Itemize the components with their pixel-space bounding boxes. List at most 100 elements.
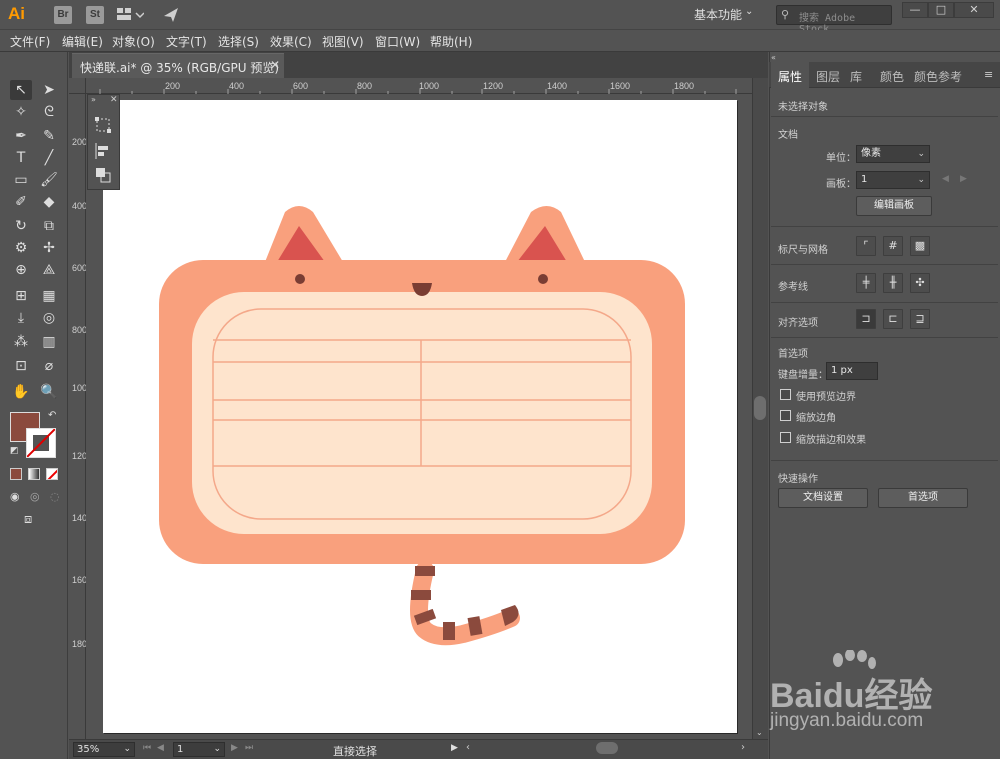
swap-fill-stroke-icon[interactable]: ↶ [48, 410, 56, 421]
zoom-field[interactable]: 35% ⌄ [73, 742, 135, 757]
eraser-tool-icon[interactable]: ◆ [38, 192, 60, 212]
stock-search-input[interactable]: ⚲ 搜索 Adobe Stock [776, 5, 892, 35]
close-window-button[interactable]: ✕ [954, 2, 994, 18]
ruler-icon[interactable]: ⌜ [856, 236, 876, 256]
arrange-documents-icon[interactable] [116, 7, 145, 26]
horizontal-scroll-thumb[interactable] [596, 742, 618, 754]
align-to-selection-icon[interactable]: ⊐ [856, 309, 876, 329]
cat-delivery-card-artwork[interactable] [103, 100, 737, 733]
mesh-tool-icon[interactable]: ⊞ [10, 286, 32, 306]
artboard[interactable] [103, 100, 737, 733]
color-mode-icon[interactable] [10, 468, 22, 480]
menu-object[interactable]: 对象(O) [112, 33, 155, 50]
menu-help[interactable]: 帮助(H) [430, 33, 472, 50]
close-icon[interactable]: ✕ [270, 58, 280, 72]
hand-tool-icon[interactable]: ✋ [10, 382, 32, 402]
edit-artboard-button[interactable]: 编辑画板 [856, 196, 932, 216]
selection-tool-icon[interactable]: ↖ [10, 80, 32, 100]
line-tool-icon[interactable]: ╱ [38, 148, 60, 168]
horizontal-ruler[interactable]: 200 400 600 800 1000 1200 1400 1600 1800 [86, 78, 752, 94]
vertical-scroll-thumb[interactable] [754, 396, 766, 420]
eyedropper-tool-icon[interactable]: ⤓ [10, 308, 32, 328]
puppet-warp-tool-icon[interactable]: ✢ [38, 238, 60, 258]
rotate-tool-icon[interactable]: ↻ [10, 216, 32, 236]
panel-menu-icon[interactable]: ≡ [984, 68, 993, 81]
type-tool-icon[interactable]: T [10, 148, 32, 168]
scroll-right-icon[interactable]: › [741, 742, 745, 753]
align-to-artboard-icon[interactable]: ⊒ [910, 309, 930, 329]
transparency-grid-icon[interactable]: ▩ [910, 236, 930, 256]
draw-inside-icon[interactable]: ◌ [50, 490, 60, 503]
document-setup-button[interactable]: 文档设置 [778, 488, 868, 508]
keyboard-increment-input[interactable]: 1 px [826, 362, 878, 380]
curvature-tool-icon[interactable]: ✎ [38, 126, 60, 146]
scroll-left-icon[interactable]: ‹ [466, 742, 470, 753]
menu-effect[interactable]: 效果(C) [270, 33, 312, 50]
shaper-tool-icon[interactable]: ✐ [10, 192, 32, 212]
grid-icon[interactable]: # [883, 236, 903, 256]
unit-select[interactable]: 像素 ⌄ [856, 145, 930, 163]
menu-window[interactable]: 窗口(W) [375, 33, 420, 50]
none-mode-icon[interactable] [46, 468, 58, 480]
minimize-button[interactable]: — [902, 2, 928, 18]
vertical-ruler[interactable]: 200 400 600 800 1000 1200 1400 1600 1800 [69, 94, 92, 739]
scale-strokes-checkbox[interactable] [780, 432, 791, 443]
maximize-button[interactable]: □ [928, 2, 954, 18]
menu-select[interactable]: 选择(S) [218, 33, 259, 50]
preferences-button[interactable]: 首选项 [878, 488, 968, 508]
status-menu-icon[interactable]: ▶ [451, 743, 458, 753]
paintbrush-tool-icon[interactable]: 🖌 [38, 170, 60, 190]
gradient-mode-icon[interactable] [28, 468, 40, 480]
stroke-swatch[interactable] [26, 428, 56, 458]
blend-tool-icon[interactable]: ◎ [38, 308, 60, 328]
align-left-icon[interactable] [95, 143, 111, 159]
slice-tool-icon[interactable]: ⌀ [38, 356, 60, 376]
artboard-navigator[interactable]: 1 ⌄ [173, 742, 225, 757]
symbol-sprayer-tool-icon[interactable]: ⁂ [10, 332, 32, 352]
bridge-icon[interactable]: Br [54, 6, 72, 24]
next-artboard-icon[interactable]: ▶ [960, 174, 967, 184]
gradient-tool-icon[interactable]: ▦ [38, 286, 60, 306]
draw-normal-icon[interactable]: ◉ [10, 490, 20, 503]
first-artboard-icon[interactable]: ⏮ [143, 743, 151, 753]
collapse-icon[interactable]: » [91, 95, 96, 104]
artboard-select[interactable]: 1 ⌄ [856, 171, 930, 189]
last-artboard-icon[interactable]: ⏭ [245, 743, 253, 753]
lock-guides-icon[interactable]: ╫ [883, 273, 903, 293]
rectangle-tool-icon[interactable]: ▭ [10, 170, 32, 190]
use-preview-bounds-checkbox[interactable] [780, 389, 791, 400]
tab-libraries[interactable]: 库 [850, 68, 862, 85]
transform-icon[interactable] [95, 117, 111, 133]
pathfinder-icon[interactable] [95, 167, 111, 183]
stock-icon[interactable]: St [86, 6, 104, 24]
ruler-origin[interactable] [69, 78, 86, 94]
shape-builder-tool-icon[interactable]: ⊕ [10, 260, 32, 280]
default-colors-icon[interactable]: ◩ [10, 446, 19, 456]
menu-edit[interactable]: 编辑(E) [62, 33, 103, 50]
document-tab[interactable]: 快递联.ai* @ 35% (RGB/GPU 预览) ✕ [72, 53, 284, 78]
direct-selection-tool-icon[interactable]: ➤ [38, 80, 60, 100]
tab-color-guide[interactable]: 颜色参考 [914, 68, 962, 85]
align-to-key-object-icon[interactable]: ⊏ [883, 309, 903, 329]
tab-color[interactable]: 颜色 [880, 68, 904, 85]
prev-artboard-icon[interactable]: ◀ [157, 743, 164, 753]
collapse-panel-icon[interactable]: « [771, 53, 776, 62]
lasso-tool-icon[interactable]: ᘓ [38, 102, 60, 122]
scale-tool-icon[interactable]: ⧉ [38, 216, 60, 236]
chevron-down-icon[interactable]: ⌄ [123, 743, 131, 756]
zoom-tool-icon[interactable]: 🔍 [38, 382, 60, 402]
next-artboard-icon[interactable]: ▶ [231, 743, 238, 753]
menu-file[interactable]: 文件(F) [10, 33, 50, 50]
tab-properties[interactable]: 属性 [778, 68, 802, 85]
pen-tool-icon[interactable]: ✒ [10, 126, 32, 146]
chevron-down-icon[interactable]: ⌄ [213, 743, 221, 756]
menu-view[interactable]: 视图(V) [322, 33, 364, 50]
smart-guides-icon[interactable]: ✣ [910, 273, 930, 293]
column-graph-tool-icon[interactable]: ▥ [38, 332, 60, 352]
artboard-tool-icon[interactable]: ⊡ [10, 356, 32, 376]
prev-artboard-icon[interactable]: ◀ [942, 174, 949, 184]
draw-behind-icon[interactable]: ◎ [30, 490, 40, 503]
workspace-switcher[interactable]: 基本功能 [694, 6, 764, 24]
tab-layers[interactable]: 图层 [816, 68, 840, 85]
screen-mode-icon[interactable]: ⧈ [24, 512, 32, 527]
